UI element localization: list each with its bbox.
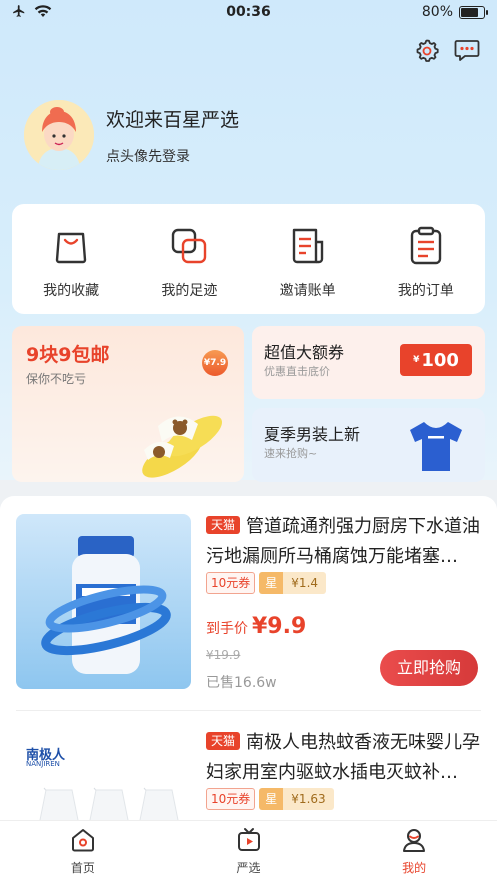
avatar[interactable]	[24, 100, 94, 170]
product-title-text: 管道疏通剂强力厨房下水道油污地漏厕所马桶腐蚀万能堵塞…	[206, 516, 481, 567]
coupon-tag: 10元券	[206, 788, 256, 810]
final-price: 到手价 ¥9.9	[206, 614, 306, 639]
home-icon	[71, 829, 94, 852]
tab-label: 首页	[70, 861, 95, 875]
user-icon	[403, 829, 426, 852]
coupon-ticket: ¥ 100	[400, 344, 472, 376]
quick-action-label: 我的足迹	[161, 283, 218, 299]
slipper-image	[142, 415, 222, 478]
quick-action-orders[interactable]: 我的订单	[367, 204, 485, 314]
message-bubble-icon[interactable]	[453, 36, 481, 64]
tab-label: 严选	[236, 861, 261, 875]
settings-gear-icon[interactable]	[413, 36, 441, 64]
tv-play-icon	[237, 828, 260, 851]
quick-action-label: 我的订单	[397, 283, 454, 299]
tmall-badge: 天猫	[206, 516, 241, 534]
footprint-icon	[172, 228, 207, 264]
invite-bill-icon	[292, 228, 323, 264]
tab-mine[interactable]: 我的	[331, 821, 497, 883]
product-image: 南极人 NANJIREN	[16, 730, 191, 826]
price-value: ¥9.9	[252, 614, 307, 639]
price-label: 到手价	[206, 621, 248, 637]
product-image	[16, 514, 191, 689]
quick-action-favorites[interactable]: 我的收藏	[12, 204, 130, 314]
login-hint[interactable]: 点头像先登录	[106, 146, 239, 166]
product-title-text: 南极人电热蚊香液无味婴儿孕妇家用室内驱蚊水插电灭蚊补…	[206, 732, 481, 783]
star-label: 星	[259, 788, 284, 810]
star-rebate-tag: 星 ¥1.63	[259, 788, 334, 810]
bottom-tab-bar: 首页 严选 我的	[0, 820, 497, 883]
coupon-tag: 10元券	[206, 572, 256, 594]
quick-actions-panel: 我的收藏 我的足迹 邀请账单 我的订单	[12, 204, 485, 314]
promo-big-coupon[interactable]: 超值大额券 优惠直击底价 ¥ 100	[252, 326, 485, 399]
promo-title: 超值大额券	[264, 343, 345, 362]
product-feed: 天猫 管道疏通剂强力厨房下水道油污地漏厕所马桶腐蚀万能堵塞… 10元券 星 ¥1.4…	[0, 496, 497, 826]
shopping-bag-icon	[55, 232, 87, 264]
divider	[16, 710, 481, 711]
star-label: 星	[259, 572, 284, 594]
battery-icon	[459, 5, 488, 19]
coupon-value: 100	[421, 349, 459, 371]
buy-now-button[interactable]: 立即抢购	[380, 650, 478, 686]
promo-subtitle: 保你不吃亏	[26, 372, 87, 386]
tab-label: 我的	[402, 861, 427, 875]
battery-percent: 80%	[421, 4, 453, 20]
price-tag-badge: ¥7.9	[202, 350, 228, 376]
tab-selection[interactable]: 严选	[166, 821, 332, 883]
status-bar: 00:36 80%	[0, 0, 497, 26]
promo-title: 9块9包邮	[26, 344, 110, 366]
star-rebate-tag: 星 ¥1.4	[259, 572, 327, 594]
tab-home[interactable]: 首页	[0, 821, 166, 883]
promo-9-9-free-shipping[interactable]: 9块9包邮 保你不吃亏	[12, 326, 244, 482]
product-card[interactable]: 南极人 NANJIREN 天猫 南极人电热蚊香液无味婴儿孕妇家用室内驱蚊水插电灭蚊…	[0, 712, 497, 826]
product-card[interactable]: 天猫 管道疏通剂强力厨房下水道油污地漏厕所马桶腐蚀万能堵塞… 10元券 星 ¥1.4…	[0, 496, 497, 711]
promo-subtitle: 速来抢购~	[264, 447, 318, 460]
welcome-text: 欢迎来百星严选	[106, 108, 240, 131]
promo-summer-menswear[interactable]: 夏季男装上新 速来抢购~	[252, 408, 485, 482]
product-title: 天猫 南极人电热蚊香液无味婴儿孕妇家用室内驱蚊水插电灭蚊补…	[206, 728, 482, 788]
original-price: ¥19.9	[206, 648, 241, 662]
profile-header: 欢迎来百星严选 点头像先登录	[24, 100, 239, 170]
star-value: ¥1.4	[283, 572, 327, 594]
promo-title: 夏季男装上新	[264, 425, 361, 444]
order-clipboard-icon	[410, 226, 442, 265]
star-value: ¥1.63	[283, 788, 334, 810]
quick-action-footprints[interactable]: 我的足迹	[130, 204, 248, 314]
tshirt-image	[410, 422, 462, 471]
quick-action-label: 邀请账单	[279, 283, 336, 299]
quick-action-label: 我的收藏	[43, 283, 100, 299]
product-title: 天猫 管道疏通剂强力厨房下水道油污地漏厕所马桶腐蚀万能堵塞…	[206, 512, 482, 572]
coupon-currency: ¥	[413, 355, 420, 365]
sold-count: 已售16.6w	[206, 675, 277, 691]
promo-subtitle: 优惠直击底价	[264, 365, 330, 378]
quick-action-invite-bill[interactable]: 邀请账单	[249, 204, 367, 314]
tmall-badge: 天猫	[206, 732, 241, 750]
brand-subtext: NANJIREN	[26, 760, 60, 768]
